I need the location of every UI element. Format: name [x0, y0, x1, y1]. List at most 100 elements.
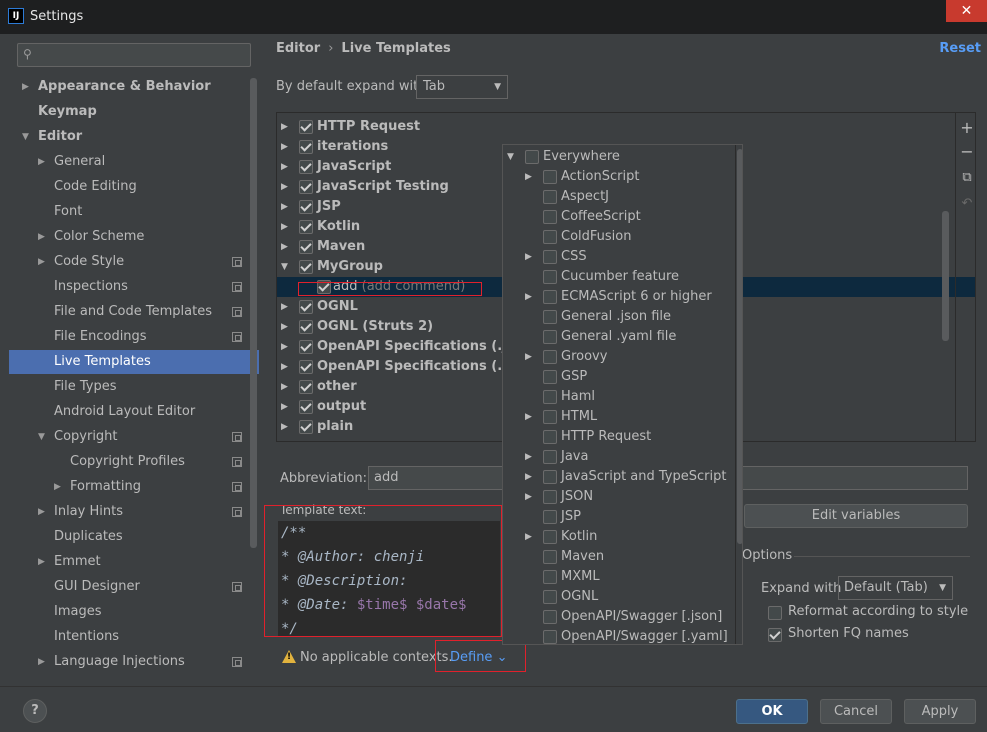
chevron-right-icon[interactable]: ▶ — [281, 157, 288, 177]
checkbox[interactable] — [543, 430, 557, 444]
chevron-right-icon[interactable]: ▶ — [525, 487, 532, 507]
checkbox[interactable] — [299, 240, 313, 254]
sidebar-scrollbar[interactable] — [250, 78, 257, 548]
chevron-right-icon[interactable]: ▶ — [54, 475, 61, 499]
sidebar-item-keymap[interactable]: Keymap — [0, 100, 248, 124]
sidebar-item-inspections[interactable]: Inspections — [0, 275, 248, 299]
sidebar-item-font[interactable]: Font — [0, 200, 248, 224]
context-item-kotlin[interactable]: ▶ Kotlin — [503, 527, 735, 547]
checkbox[interactable] — [543, 410, 557, 424]
chevron-right-icon[interactable]: ▶ — [38, 650, 45, 674]
sidebar-item-general[interactable]: ▶ General — [0, 150, 248, 174]
context-item-general-yaml-file[interactable]: General .yaml file — [503, 327, 735, 347]
checkbox[interactable] — [543, 490, 557, 504]
chevron-right-icon[interactable]: ▶ — [38, 250, 45, 274]
checkbox[interactable] — [543, 390, 557, 404]
sidebar-item-live-templates[interactable]: Live Templates — [9, 350, 259, 374]
chevron-right-icon[interactable]: ▶ — [281, 137, 288, 157]
context-item-aspectj[interactable]: AspectJ — [503, 187, 735, 207]
context-item-jsp[interactable]: JSP — [503, 507, 735, 527]
checkbox[interactable] — [299, 300, 313, 314]
checkbox[interactable] — [299, 400, 313, 414]
sidebar-item-file-encodings[interactable]: File Encodings — [0, 325, 248, 349]
cancel-button[interactable]: Cancel — [820, 699, 892, 724]
close-icon[interactable]: ✕ — [946, 0, 987, 22]
chevron-right-icon[interactable]: ▶ — [281, 337, 288, 357]
context-item-coldfusion[interactable]: ColdFusion — [503, 227, 735, 247]
context-item-coffeescript[interactable]: CoffeeScript — [503, 207, 735, 227]
checkbox[interactable] — [543, 570, 557, 584]
sidebar-item-color-scheme[interactable]: ▶ Color Scheme — [0, 225, 248, 249]
context-item-html[interactable]: ▶ HTML — [503, 407, 735, 427]
chevron-right-icon[interactable]: ▶ — [281, 237, 288, 257]
checkbox[interactable] — [543, 610, 557, 624]
checkbox[interactable] — [299, 340, 313, 354]
chevron-right-icon[interactable]: ▶ — [38, 150, 45, 174]
checkbox[interactable] — [299, 260, 313, 274]
chevron-right-icon[interactable]: ▶ — [38, 225, 45, 249]
apply-button[interactable]: Apply — [904, 699, 976, 724]
sidebar-item-intentions[interactable]: Intentions — [0, 625, 248, 649]
context-item-cucumber-feature[interactable]: Cucumber feature — [503, 267, 735, 287]
checkbox[interactable] — [543, 330, 557, 344]
chevron-right-icon[interactable]: ▶ — [525, 447, 532, 467]
checkbox[interactable] — [299, 120, 313, 134]
sidebar-item-inlay-hints[interactable]: ▶ Inlay Hints — [0, 500, 248, 524]
chevron-right-icon[interactable]: ▶ — [525, 347, 532, 367]
context-item-gsp[interactable]: GSP — [503, 367, 735, 387]
chevron-right-icon[interactable]: ▶ — [281, 197, 288, 217]
sidebar-item-emmet[interactable]: ▶ Emmet — [0, 550, 248, 574]
edit-variables-button[interactable]: Edit variables — [744, 504, 968, 528]
checkbox[interactable] — [525, 150, 539, 164]
chevron-right-icon[interactable]: ▶ — [38, 500, 45, 524]
chevron-right-icon[interactable]: ▶ — [281, 177, 288, 197]
chevron-right-icon[interactable]: ▶ — [525, 467, 532, 487]
checkbox[interactable] — [543, 630, 557, 644]
checkbox[interactable] — [543, 350, 557, 364]
context-item-everywhere[interactable]: ▼ Everywhere — [503, 147, 735, 167]
checkbox[interactable] — [299, 160, 313, 174]
context-item-java[interactable]: ▶ Java — [503, 447, 735, 467]
chevron-right-icon[interactable]: ▶ — [22, 75, 29, 99]
sidebar-item-copyright[interactable]: ▼ Copyright — [0, 425, 248, 449]
chevron-down-icon[interactable]: ▼ — [38, 425, 45, 449]
remove-icon[interactable]: − — [958, 143, 976, 161]
chevron-down-icon[interactable]: ▼ — [22, 125, 29, 149]
chevron-down-icon[interactable]: ▼ — [507, 147, 514, 167]
context-item-http-request[interactable]: HTTP Request — [503, 427, 735, 447]
chevron-down-icon[interactable]: ▼ — [281, 257, 288, 277]
checkbox[interactable] — [299, 140, 313, 154]
search-input[interactable]: ⚲ — [17, 43, 251, 67]
sidebar-item-language-injections[interactable]: ▶ Language Injections — [0, 650, 248, 674]
context-item-groovy[interactable]: ▶ Groovy — [503, 347, 735, 367]
chevron-right-icon[interactable]: ▶ — [525, 287, 532, 307]
context-item-ecmascript-6-or-higher[interactable]: ▶ ECMAScript 6 or higher — [503, 287, 735, 307]
chevron-right-icon[interactable]: ▶ — [525, 167, 532, 187]
checkbox[interactable] — [543, 470, 557, 484]
checkbox[interactable] — [543, 210, 557, 224]
sidebar-item-appearance-behavior[interactable]: ▶ Appearance & Behavior — [0, 75, 248, 99]
restore-icon[interactable]: ↶ — [958, 195, 976, 213]
chevron-right-icon[interactable]: ▶ — [281, 297, 288, 317]
checkbox[interactable] — [299, 200, 313, 214]
sidebar-item-android-layout-editor[interactable]: Android Layout Editor — [0, 400, 248, 424]
chevron-right-icon[interactable]: ▶ — [281, 417, 288, 437]
checkbox[interactable] — [299, 320, 313, 334]
context-item-actionscript[interactable]: ▶ ActionScript — [503, 167, 735, 187]
default-expand-select[interactable]: Tab ▼ — [416, 75, 508, 99]
checkbox[interactable] — [543, 550, 557, 564]
chevron-right-icon[interactable]: ▶ — [525, 407, 532, 427]
checkbox[interactable] — [543, 450, 557, 464]
checkbox[interactable] — [543, 230, 557, 244]
sidebar-item-code-editing[interactable]: Code Editing — [0, 175, 248, 199]
sidebar-item-file-and-code-templates[interactable]: File and Code Templates — [0, 300, 248, 324]
context-item-ognl[interactable]: OGNL — [503, 587, 735, 607]
checkbox[interactable] — [543, 170, 557, 184]
chevron-right-icon[interactable]: ▶ — [281, 317, 288, 337]
checkbox[interactable] — [543, 250, 557, 264]
checkbox[interactable] — [543, 370, 557, 384]
context-item-mxml[interactable]: MXML — [503, 567, 735, 587]
checkbox[interactable] — [543, 190, 557, 204]
checkbox[interactable] — [299, 180, 313, 194]
context-item-javascript-and-typescript[interactable]: ▶ JavaScript and TypeScript — [503, 467, 735, 487]
